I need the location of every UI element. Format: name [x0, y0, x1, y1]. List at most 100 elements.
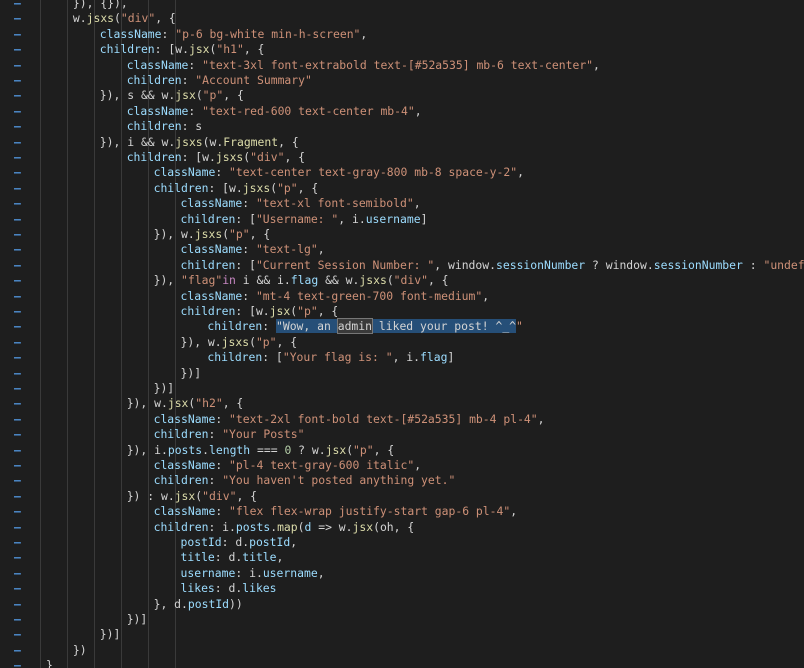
code-line[interactable]: –}), i && w.jsxs(w.Fragment, {: [0, 135, 804, 150]
code-token: ,: [290, 535, 298, 549]
code-token: :: [242, 242, 256, 257]
code-line[interactable]: – className: "text-center text-gray-800 m…: [0, 165, 804, 180]
code-line[interactable]: – username: i.username,: [0, 566, 804, 581]
code-token: "Your flag is: ": [282, 350, 393, 365]
code-line[interactable]: –}: [0, 658, 804, 668]
code-line[interactable]: – children: ["Username: ", i.username]: [0, 212, 804, 227]
code-text: className: "text-red-600 text-center mb-…: [127, 104, 422, 119]
code-token: "undefin: [763, 257, 804, 272]
code-line[interactable]: –}), w.jsxs("p", {: [0, 335, 804, 350]
selected-text: "Wow, an: [275, 319, 338, 334]
code-token: (: [386, 273, 394, 288]
code-text: className: "text-3xl font-extrabold text…: [127, 58, 600, 73]
diff-removed-marker: –: [14, 473, 21, 488]
code-token: className: [153, 504, 216, 519]
code-line[interactable]: –}), {}),: [0, 0, 804, 11]
code-line[interactable]: – children: [w.jsx("p", {: [0, 304, 804, 319]
code-token: , i.: [338, 211, 366, 226]
code-line[interactable]: –})]: [0, 366, 804, 381]
code-line[interactable]: – className: "text-xl font-semibold",: [0, 196, 804, 211]
code-token: ,: [593, 57, 600, 72]
diff-removed-marker: –: [14, 26, 21, 41]
code-token: .: [202, 442, 209, 457]
code-token: }): [72, 642, 87, 657]
diff-removed-marker: –: [14, 88, 21, 103]
diff-removed-marker: –: [14, 211, 21, 226]
code-line[interactable]: – className: "text-lg",: [0, 242, 804, 257]
code-token: "p": [353, 442, 374, 457]
code-line[interactable]: – children: [w.jsxs("p", {: [0, 181, 804, 196]
code-text: className: "text-xl font-semibold",: [181, 196, 421, 211]
code-line[interactable]: – className: "text-2xl font-bold text-[#5…: [0, 412, 804, 427]
code-line[interactable]: – w.jsxs("div", {: [0, 11, 804, 26]
code-line[interactable]: – children: [w.jsxs("div", {: [0, 150, 804, 165]
diff-removed-marker: –: [14, 42, 21, 57]
code-line[interactable]: – className: "p-6 bg-white min-h-screen",: [0, 27, 804, 42]
code-token: i && i.: [235, 273, 291, 288]
code-line[interactable]: –})]: [0, 381, 804, 396]
code-token: className: [99, 26, 162, 41]
code-line[interactable]: – children: s: [0, 119, 804, 134]
code-token: ,: [360, 26, 368, 41]
code-text: children: [w.jsx("p", {: [181, 304, 339, 319]
code-line[interactable]: – className: "flex flex-wrap justify-star…: [0, 504, 804, 519]
code-line[interactable]: –}, d.postId)): [0, 597, 804, 612]
code-line[interactable]: – className: "pl-4 text-gray-600 italic",: [0, 458, 804, 473]
code-token: children: [126, 150, 182, 164]
code-token: => w.: [311, 519, 353, 534]
code-line[interactable]: – title: d.title,: [0, 550, 804, 565]
code-token: }, d.: [153, 596, 188, 611]
code-line[interactable]: –}), i.posts.length === 0 ? w.jsx("p", {: [0, 443, 804, 458]
code-line[interactable]: – children: "Your Posts": [0, 427, 804, 442]
code-line[interactable]: – children: "Account Summary": [0, 73, 804, 88]
code-line[interactable]: – className: "text-3xl font-extrabold tex…: [0, 58, 804, 73]
code-text: username: i.username,: [181, 566, 325, 581]
diff-removed-marker: –: [14, 458, 21, 472]
code-line[interactable]: – children: "You haven't posted anything …: [0, 473, 804, 488]
code-line[interactable]: –}), w.jsxs("p", {: [0, 227, 804, 242]
code-line[interactable]: – children: "Wow, an admin liked your pos…: [0, 318, 804, 335]
code-text: children: s: [127, 119, 202, 134]
code-line[interactable]: –})]: [0, 627, 804, 642]
code-line[interactable]: – className: "mt-4 text-green-700 font-me…: [0, 289, 804, 304]
code-line[interactable]: – children: ["Your flag is: ", i.flag]: [0, 350, 804, 365]
code-token: }) : w.: [126, 488, 175, 503]
code-line[interactable]: –})]: [0, 612, 804, 627]
code-line[interactable]: –}) : w.jsx("div", {: [0, 489, 804, 504]
code-token: })]: [153, 381, 175, 395]
code-line[interactable]: – children: [w.jsx("h1", {: [0, 42, 804, 57]
code-token: jsx: [175, 88, 196, 103]
code-line[interactable]: – postId: d.postId,: [0, 535, 804, 550]
code-line[interactable]: –}), s && w.jsx("p", {: [0, 88, 804, 103]
code-line[interactable]: – children: i.posts.map(d => w.jsx(oh, {: [0, 520, 804, 535]
code-token: :: [161, 26, 176, 41]
code-line[interactable]: –}), w.jsx("h2", {: [0, 396, 804, 411]
code-token: ]: [447, 350, 455, 365]
code-token: , {: [317, 304, 339, 318]
code-line[interactable]: – likes: d.likes: [0, 581, 804, 596]
code-text: children: "Your Posts": [154, 427, 305, 442]
code-token: :: [742, 257, 764, 272]
code-line[interactable]: –}), "flag"in i && i.flag && w.jsxs("div…: [0, 273, 804, 288]
code-token: jsxs: [359, 273, 387, 288]
code-line[interactable]: – children: ["Current Session Number: ", …: [0, 258, 804, 273]
code-token: , {: [427, 273, 449, 288]
code-token: "Your Posts": [222, 427, 305, 442]
code-token: : [w.: [208, 180, 243, 195]
code-token: children: [207, 350, 263, 365]
code-token: className: [180, 242, 243, 257]
code-token: title: [242, 550, 277, 565]
code-text: children: [w.jsxs("div", {: [127, 150, 305, 165]
code-text: className: "flex flex-wrap justify-start…: [154, 504, 517, 519]
code-text: }: [46, 658, 53, 668]
code-token: jsxs: [215, 150, 244, 164]
code-token: :: [242, 288, 256, 303]
code-token: className: [126, 57, 189, 72]
code-token: (w.: [202, 134, 224, 149]
diff-removed-marker: –: [14, 535, 21, 549]
code-token: children: [180, 211, 236, 226]
code-line[interactable]: –}): [0, 643, 804, 658]
code-line[interactable]: – className: "text-red-600 text-center mb…: [0, 104, 804, 119]
code-text: postId: d.postId,: [181, 535, 298, 550]
code-editor[interactable]: –}), {}), – w.jsxs("div", {– className: "p-…: [0, 0, 804, 668]
